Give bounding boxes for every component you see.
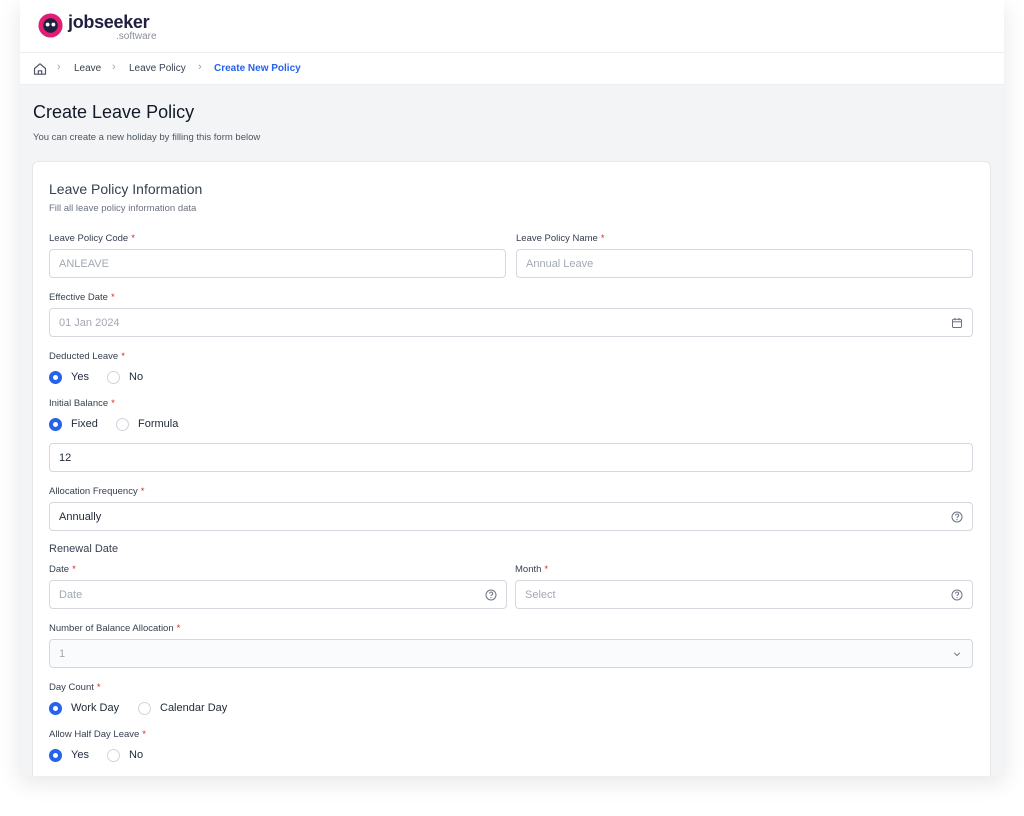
radio-checked xyxy=(49,702,62,715)
app-window: jobseeker .software › Leave › Leave Poli… xyxy=(20,0,1004,776)
radio-label: Yes xyxy=(71,749,89,761)
page-subtitle: You can create a new holiday by filling … xyxy=(33,132,261,143)
allocation-frequency-value: Annually xyxy=(59,511,102,523)
breadcrumb-item-leave-policy[interactable]: Leave Policy xyxy=(129,63,186,74)
chevron-right-icon: › xyxy=(112,61,116,73)
calendar-icon[interactable] xyxy=(951,317,963,329)
breadcrumb-item-current: Create New Policy xyxy=(214,63,301,74)
effective-date-input[interactable]: 01 Jan 2024 xyxy=(49,308,973,337)
radio-unchecked xyxy=(107,749,120,762)
form-card: Leave Policy Information Fill all leave … xyxy=(32,161,991,776)
help-circle-icon[interactable] xyxy=(951,589,963,601)
renewal-date-input[interactable]: Date xyxy=(49,580,507,609)
leave-policy-code-label: Leave Policy Code * xyxy=(49,233,135,244)
home-icon[interactable] xyxy=(32,61,48,77)
radio-unchecked xyxy=(107,371,120,384)
radio-checked xyxy=(49,749,62,762)
radio-unchecked xyxy=(116,418,129,431)
radio-label: No xyxy=(129,371,144,383)
leave-policy-name-label: Leave Policy Name * xyxy=(516,233,605,244)
balance-allocation-label: Number of Balance Allocation * xyxy=(49,623,181,634)
initial-balance-value-input[interactable]: 12 xyxy=(49,443,973,472)
radio-unchecked xyxy=(138,702,151,715)
radio-label: Calendar Day xyxy=(160,702,228,714)
chevron-right-icon: › xyxy=(57,61,61,73)
radio-checked xyxy=(49,418,62,431)
radio-checked xyxy=(49,371,62,384)
leave-policy-code-placeholder: ANLEAVE xyxy=(59,258,109,270)
renewal-date-label: Date * xyxy=(49,564,76,575)
half-day-leave-label: Allow Half Day Leave * xyxy=(49,729,146,740)
allocation-frequency-select[interactable]: Annually xyxy=(49,502,973,531)
renewal-date-placeholder: Date xyxy=(59,589,83,601)
page-title: Create Leave Policy xyxy=(33,102,195,122)
leave-policy-code-input[interactable]: ANLEAVE xyxy=(49,249,506,278)
help-circle-icon[interactable] xyxy=(485,589,497,601)
chevron-right-icon: › xyxy=(198,61,202,73)
section-title: Leave Policy Information xyxy=(49,181,203,197)
brand-suffix: .software xyxy=(116,31,157,42)
balance-allocation-select[interactable]: 1 xyxy=(49,639,973,668)
renewal-month-select[interactable]: Select xyxy=(515,580,973,609)
breadcrumb-item-leave[interactable]: Leave xyxy=(74,63,101,74)
allocation-frequency-label: Allocation Frequency * xyxy=(49,486,145,497)
radio-label: Yes xyxy=(71,371,89,383)
initial-balance-value: 12 xyxy=(59,452,72,464)
leave-policy-name-placeholder: Annual Leave xyxy=(526,258,594,270)
renewal-month-placeholder: Select xyxy=(525,589,556,601)
radio-label: Formula xyxy=(138,418,179,430)
brand-logo[interactable]: jobseeker .software xyxy=(37,10,177,46)
help-circle-icon[interactable] xyxy=(951,511,963,523)
top-bar: jobseeker .software xyxy=(20,0,1004,53)
effective-date-placeholder: 01 Jan 2024 xyxy=(59,317,120,329)
balance-allocation-value: 1 xyxy=(59,648,66,660)
renewal-month-label: Month * xyxy=(515,564,549,575)
brand-name: jobseeker xyxy=(68,12,150,32)
initial-balance-label: Initial Balance * xyxy=(49,398,115,409)
radio-label: No xyxy=(129,749,144,761)
section-subtitle: Fill all leave policy information data xyxy=(49,203,197,214)
day-count-label: Day Count * xyxy=(49,682,101,693)
breadcrumb: › Leave › Leave Policy › Create New Poli… xyxy=(20,53,1004,85)
leave-policy-name-input[interactable]: Annual Leave xyxy=(516,249,973,278)
radio-label: Fixed xyxy=(71,418,98,430)
radio-label: Work Day xyxy=(71,702,120,714)
logo-mark-icon xyxy=(38,13,63,38)
chevron-down-icon[interactable] xyxy=(951,648,963,660)
deducted-leave-label: Deducted Leave * xyxy=(49,351,125,362)
renewal-date-heading: Renewal Date xyxy=(49,543,119,555)
effective-date-label: Effective Date * xyxy=(49,292,115,303)
